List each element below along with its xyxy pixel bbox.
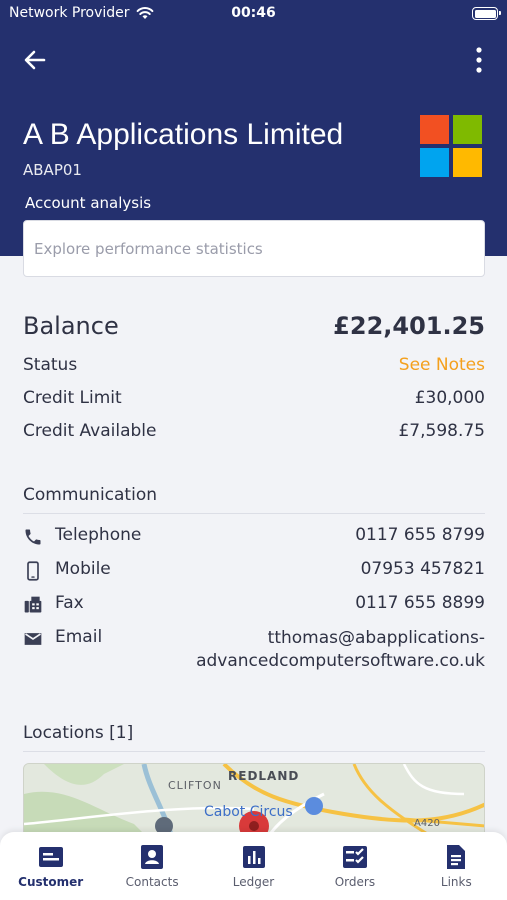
balance-value: £22,401.25 [333, 312, 485, 340]
battery-icon [472, 7, 501, 20]
tab-contacts-label: Contacts [125, 875, 179, 889]
email-label: Email [55, 627, 103, 647]
location-map[interactable]: CLIFTON REDLAND Cabot Circus A420 [23, 763, 485, 843]
email-icon [24, 633, 42, 645]
company-code: ABAP01 [23, 161, 82, 179]
tab-ledger[interactable]: Ledger [203, 832, 304, 900]
email-value-line-1: tthomas@abapplications- [267, 628, 485, 648]
telephone-value[interactable]: 0117 655 8799 [355, 525, 485, 545]
performance-search-input[interactable] [23, 220, 485, 277]
telephone-label: Telephone [55, 525, 142, 545]
status-label: Status [23, 355, 78, 375]
status-row: Status See Notes [23, 355, 485, 375]
telephone-row[interactable]: Telephone 0117 655 8799 [23, 525, 485, 547]
fax-icon [24, 596, 42, 613]
locations-title: Locations [1] [23, 723, 485, 752]
map-label-poi: Cabot Circus [204, 804, 293, 820]
map-label-area1: CLIFTON [168, 779, 222, 792]
customer-card-icon [38, 847, 63, 867]
map-label-area2: REDLAND [228, 769, 299, 783]
more-options-icon[interactable] [467, 44, 491, 76]
mobile-row[interactable]: Mobile 07953 457821 [23, 559, 485, 581]
tab-orders-label: Orders [334, 875, 376, 889]
status-time: 00:46 [231, 5, 276, 21]
tab-links[interactable]: Links [406, 832, 507, 900]
balance-label: Balance [23, 312, 119, 340]
tab-ledger-label: Ledger [232, 875, 275, 889]
customer-header: Network Provider 00:46 A B Applications … [0, 0, 507, 256]
credit-available-value: £7,598.75 [398, 421, 485, 441]
ledger-chart-icon [242, 846, 265, 868]
tab-customer[interactable]: Customer [0, 832, 101, 900]
orders-checklist-icon [342, 846, 367, 868]
credit-available-row: Credit Available £7,598.75 [23, 421, 485, 441]
links-document-icon [447, 845, 466, 869]
balance-row: Balance £22,401.25 [23, 312, 485, 340]
contact-icon [141, 845, 164, 869]
fax-label: Fax [55, 593, 84, 613]
tab-orders[interactable]: Orders [304, 832, 405, 900]
communication-title: Communication [23, 485, 485, 514]
fax-value[interactable]: 0117 655 8899 [355, 593, 485, 613]
credit-available-label: Credit Available [23, 421, 157, 441]
credit-limit-label: Credit Limit [23, 388, 122, 408]
company-name: A B Applications Limited [23, 118, 344, 151]
email-value-line-2: advancedcomputersoftware.co.uk [196, 651, 485, 671]
map-label-road: A420 [414, 818, 440, 829]
email-row[interactable]: Email tthomas@abapplications- advancedco… [23, 627, 485, 673]
tab-customer-label: Customer [18, 875, 84, 889]
mobile-icon [27, 561, 39, 581]
fax-row[interactable]: Fax 0117 655 8899 [23, 593, 485, 615]
tab-contacts[interactable]: Contacts [101, 832, 202, 900]
back-arrow-icon[interactable] [20, 46, 50, 74]
company-logo [420, 115, 482, 177]
status-value-link[interactable]: See Notes [399, 355, 485, 375]
account-analysis-label: Account analysis [25, 194, 152, 212]
mobile-label: Mobile [55, 559, 111, 579]
status-bar: Network Provider 00:46 [0, 0, 507, 28]
credit-limit-row: Credit Limit £30,000 [23, 388, 485, 408]
credit-limit-value: £30,000 [414, 388, 485, 408]
phone-icon [25, 529, 41, 545]
tab-links-label: Links [440, 875, 472, 889]
bottom-tab-bar: Customer Contacts Ledger Orders Links [0, 832, 507, 900]
email-value[interactable]: tthomas@abapplications- advancedcomputer… [175, 627, 485, 673]
mobile-value[interactable]: 07953 457821 [361, 559, 485, 579]
